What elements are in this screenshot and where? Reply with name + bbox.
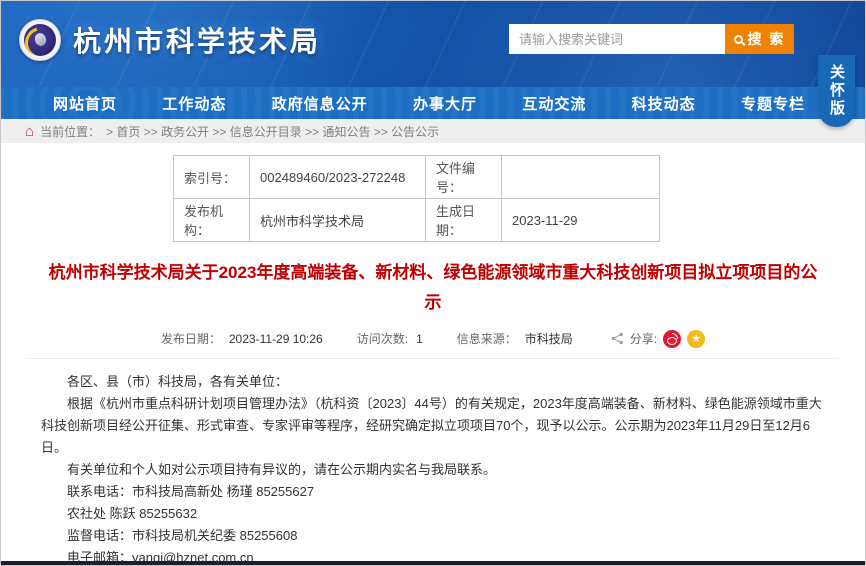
breadcrumb-label: 当前位置：: [40, 123, 100, 140]
index-label: 索引号：: [174, 156, 250, 199]
paragraph-contact-phone: 联系电话：市科技局高新处 杨瑾 85255627: [41, 481, 829, 503]
search-bar: 搜 索: [509, 24, 794, 54]
doc-info-row: 发布机构： 杭州市科学技术局 生成日期： 2023-11-29: [174, 199, 660, 242]
article-title: 杭州市科学技术局关于2023年度高端装备、新材料、绿色能源领域市重大科技创新项目…: [48, 258, 818, 318]
nav-item-special-columns[interactable]: 专题专栏: [741, 93, 805, 114]
paragraph-objection: 有关单位和个人如对公示项目持有异议的，请在公示期内实名与我局联系。: [41, 459, 829, 481]
gen-date-value: 2023-11-29: [502, 199, 660, 242]
care-mode-tab[interactable]: 关怀版: [818, 55, 855, 127]
share-nodes-icon: [611, 332, 624, 345]
nav-item-gov-info[interactable]: 政府信息公开: [272, 93, 368, 114]
visits-label: 访问次数:: [357, 330, 408, 347]
site-title: 杭州市科学技术局: [73, 20, 321, 60]
gen-date-label: 生成日期：: [426, 199, 502, 242]
file-no-value: [502, 156, 660, 199]
logo-emblem: [24, 24, 56, 56]
article-meta: 发布日期： 2023-11-29 10:26 访问次数: 1 信息来源： 市科技局 分…: [27, 330, 839, 359]
bottom-bar: [1, 561, 865, 565]
source-value: 市科技局: [525, 330, 573, 347]
share-label: 分享:: [630, 330, 657, 347]
paragraph-supervision-phone: 监督电话：市科技局机关纪委 85255608: [41, 525, 829, 547]
nav-item-work-news[interactable]: 工作动态: [162, 93, 226, 114]
nav-item-home[interactable]: 网站首页: [53, 93, 117, 114]
agency-value: 杭州市科学技术局: [250, 199, 426, 242]
bureau-logo-icon: [19, 19, 61, 61]
nav-item-service-hall[interactable]: 办事大厅: [413, 93, 477, 114]
page: 杭州市科学技术局 搜 索 关怀版 网站首页 工作动态 政府信息公开 办事大厅 互…: [0, 0, 866, 566]
nav-item-tech-news[interactable]: 科技动态: [632, 93, 696, 114]
weibo-share-icon[interactable]: [663, 330, 681, 348]
publish-date-label: 发布日期：: [161, 330, 221, 347]
search-icon: [734, 35, 743, 44]
paragraph-contact-phone2: 农社处 陈跃 85255632: [41, 503, 829, 525]
breadcrumb-path: > 首页 >> 政务公开 >> 信息公开目录 >> 通知公告 >> 公告公示: [106, 123, 439, 140]
share-area: 分享: ★: [611, 330, 705, 348]
home-icon[interactable]: ⌂: [25, 124, 34, 139]
main-nav: 网站首页 工作动态 政府信息公开 办事大厅 互动交流 科技动态 专题专栏: [1, 87, 865, 119]
index-value: 002489460/2023-272248: [250, 156, 426, 199]
visits-value: 1: [416, 332, 423, 346]
doc-info-row: 索引号： 002489460/2023-272248 文件编号：: [174, 156, 660, 199]
source-label: 信息来源：: [457, 330, 517, 347]
breadcrumb: ⌂ 当前位置： > 首页 >> 政务公开 >> 信息公开目录 >> 通知公告 >…: [1, 119, 865, 143]
nav-item-interaction[interactable]: 互动交流: [522, 93, 586, 114]
search-input[interactable]: [509, 24, 725, 54]
publish-date-value: 2023-11-29 10:26: [229, 332, 323, 346]
site-header: 杭州市科学技术局 搜 索 关怀版: [1, 1, 865, 87]
search-button[interactable]: 搜 索: [725, 24, 794, 54]
qzone-share-icon[interactable]: ★: [687, 330, 705, 348]
agency-label: 发布机构：: [174, 199, 250, 242]
search-button-label: 搜 索: [748, 29, 786, 49]
paragraph-salutation: 各区、县（市）科技局，各有关单位：: [41, 371, 829, 393]
site-brand[interactable]: 杭州市科学技术局: [19, 19, 321, 61]
doc-info-table: 索引号： 002489460/2023-272248 文件编号： 发布机构： 杭…: [173, 155, 660, 242]
article-body: 各区、县（市）科技局，各有关单位： 根据《杭州市重点科研计划项目管理办法》（杭科…: [1, 359, 865, 566]
paragraph-main: 根据《杭州市重点科研计划项目管理办法》（杭科资〔2023〕44号）的有关规定，2…: [41, 393, 829, 459]
file-no-label: 文件编号：: [426, 156, 502, 199]
content: 索引号： 002489460/2023-272248 文件编号： 发布机构： 杭…: [1, 143, 865, 566]
